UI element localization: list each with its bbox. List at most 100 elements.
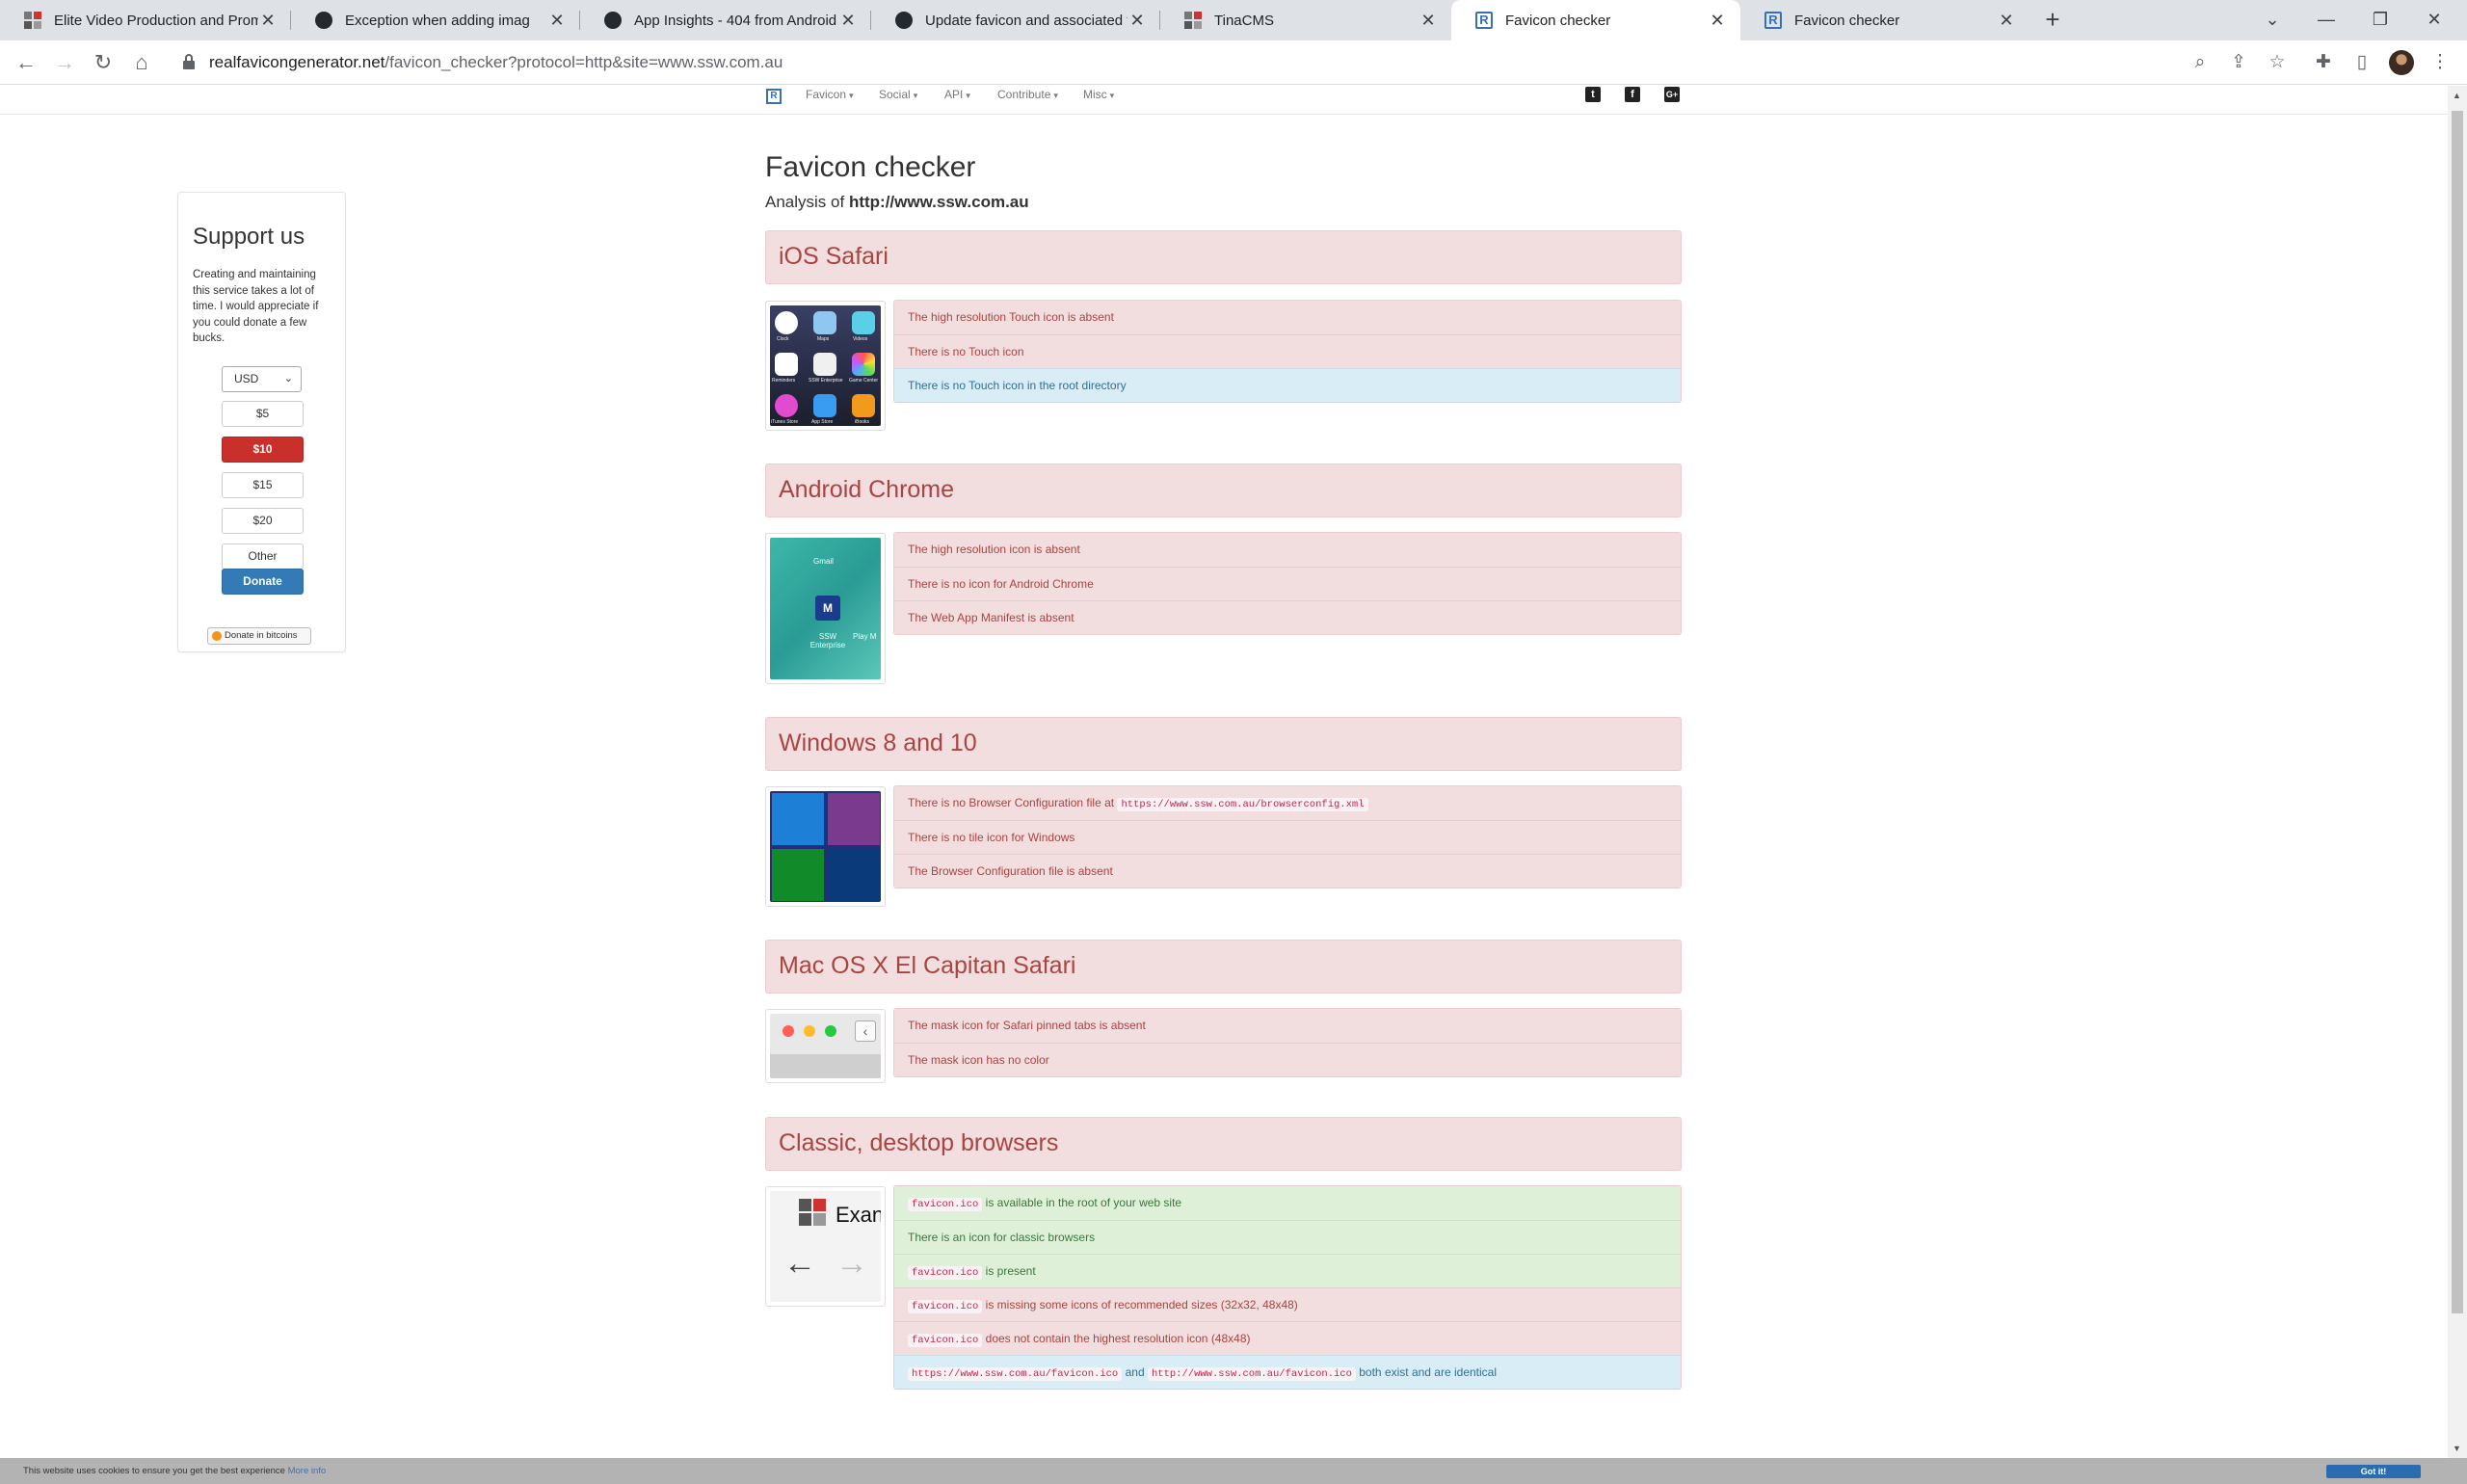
tab-favicon-checker[interactable]: R Favicon checker ✕ [1740,0,2029,40]
support-title: Support us [193,224,305,250]
windows-msg: There is no tile icon for Windows [894,820,1681,854]
app-label: iBooks [855,419,870,425]
github-icon [894,11,914,30]
amount-other-button[interactable]: Other [222,543,304,570]
reload-icon[interactable]: ↻ [89,48,118,77]
github-icon [603,11,623,30]
tab-close-icon[interactable]: ✕ [1708,11,1727,30]
ssw-favicon-icon [23,11,42,30]
google-plus-icon[interactable]: G+ [1664,87,1680,102]
tab-search-icon[interactable]: ⌄ [2245,0,2299,40]
amount-10-button[interactable]: $10 [222,437,304,463]
bookmark-star-icon[interactable]: ☆ [2263,48,2292,77]
ssw-app-icon: M [815,596,840,621]
chevron-down-icon: ⌄ [283,373,293,384]
twitter-icon[interactable]: t [1585,87,1601,102]
ibooks-app-icon [852,394,875,417]
tab-favicon-checker-active[interactable]: R Favicon checker ✕ [1451,0,1740,40]
nav-misc[interactable]: Misc ▾ [1083,88,1114,101]
classic-msg: https://www.ssw.com.au/favicon.ico and h… [894,1355,1681,1389]
windows-msg: The Browser Configuration file is absent [894,854,1681,888]
clock-app-icon [775,311,798,334]
ios-msg: There is no Touch icon in the root direc… [894,368,1681,402]
scroll-up-icon[interactable]: ▲ [2453,91,2461,100]
ssw-tile-icon [828,849,880,901]
donate-button[interactable]: Donate [222,569,304,595]
analyzed-site: http://www.ssw.com.au [848,193,1029,211]
app-label: Clock [777,336,789,342]
new-tab-icon[interactable]: + [2038,6,2067,35]
tab-close-icon[interactable]: ✕ [1997,11,2016,30]
browser-toolbar: ← → ↻ ⌂ realfavicongenerator.net/favicon… [0,40,2467,85]
side-panel-icon[interactable]: ▯ [2348,48,2376,77]
tab-close-icon[interactable]: ✕ [1127,11,1147,30]
lock-icon[interactable] [183,54,195,69]
itunes-app-icon [775,394,798,417]
forward-icon[interactable]: → [50,48,79,77]
home-icon[interactable]: ⌂ [127,48,156,77]
classic-msg: There is an icon for classic browsers [894,1220,1681,1254]
scrollbar-thumb[interactable] [2452,111,2463,1313]
store-tile-icon [772,849,824,901]
cookie-got-it-button[interactable]: Got it! [2326,1465,2421,1478]
nav-social[interactable]: Social ▾ [879,88,917,101]
mac-msg: The mask icon for Safari pinned tabs is … [894,1009,1681,1043]
tab-exception[interactable]: Exception when adding imag ✕ [291,0,580,40]
tab-elite-video[interactable]: Elite Video Production and Prom ✕ [0,0,291,40]
tab-tinacms[interactable]: TinaCMS ✕ [1160,0,1451,40]
app-label: Videos [853,336,868,342]
amount-5-button[interactable]: $5 [222,401,304,427]
tab-title: Favicon checker [1794,12,1900,29]
share-icon[interactable]: ⇪ [2224,48,2253,77]
facebook-icon[interactable]: f [1625,87,1640,102]
close-window-icon[interactable]: ✕ [2407,0,2461,40]
url-text[interactable]: realfavicongenerator.net/favicon_checker… [209,53,783,72]
windows-msg: There is no Browser Configuration file a… [894,786,1681,820]
minimize-icon[interactable]: — [2299,0,2353,40]
ios-messages: The high resolution Touch icon is absent… [893,300,1682,403]
nav-api[interactable]: API ▾ [944,88,970,101]
tab-close-icon[interactable]: ✕ [1419,11,1438,30]
extensions-icon[interactable]: ✚ [2309,48,2338,77]
ssw-app-icon [813,353,836,376]
address-bar[interactable]: realfavicongenerator.net/favicon_checker… [164,45,2207,80]
close-dot-icon [783,1025,794,1037]
tab-close-icon[interactable]: ✕ [258,11,278,30]
android-msg: The Web App Manifest is absent [894,600,1681,634]
menu-kebab-icon[interactable]: ⋮ [2426,48,2454,77]
amount-20-button[interactable]: $20 [222,508,304,534]
currency-select[interactable]: USD ⌄ [222,366,302,392]
tab-close-icon[interactable]: ✕ [838,11,858,30]
classic-msg: favicon.ico does not contain the highest… [894,1321,1681,1355]
rfg-logo-icon[interactable]: R [766,89,782,104]
app-label: SSW Enterprise [809,378,843,384]
tab-title: Favicon checker [1505,12,1611,29]
scroll-down-icon[interactable]: ▼ [2453,1444,2461,1453]
github-icon [314,11,333,30]
restore-icon[interactable]: ❐ [2353,0,2407,40]
page-viewport: R Favicon ▾ Social ▾ API ▾ Contribute ▾ Misc… [0,86,2448,1458]
mac-msg: The mask icon has no color [894,1043,1681,1076]
back-chevron-icon: ‹ [855,1020,876,1042]
tab-title: Update favicon and associated fi [925,12,1127,29]
classic-msg: favicon.ico is present [894,1254,1681,1287]
classic-browsers-heading: Classic, desktop browsers [765,1117,1682,1171]
mac-safari-heading: Mac OS X El Capitan Safari [765,940,1682,994]
profile-avatar[interactable] [2389,50,2414,75]
tab-app-insights[interactable]: App Insights - 404 from Android ✕ [580,0,871,40]
cookie-more-info-link[interactable]: More info [288,1466,327,1476]
tab-title: Exception when adding imag [345,12,530,29]
tab-close-icon[interactable]: ✕ [547,11,567,30]
cookie-text: This website uses cookies to ensure you … [23,1466,327,1476]
nav-favicon[interactable]: Favicon ▾ [806,88,854,101]
back-icon[interactable]: ← [12,48,40,77]
zoom-icon[interactable]: ⌕ [2186,48,2215,77]
windows-preview-image [765,786,886,907]
donate-bitcoin-button[interactable]: Donate in bitcoins [207,627,311,645]
windows-heading: Windows 8 and 10 [765,717,1682,771]
nav-contribute[interactable]: Contribute ▾ [997,88,1058,101]
amount-15-button[interactable]: $15 [222,472,304,498]
classic-msg: favicon.ico is available in the root of … [894,1186,1681,1220]
maps-app-icon [813,311,836,334]
tab-update-favicon[interactable]: Update favicon and associated fi ✕ [871,0,1160,40]
